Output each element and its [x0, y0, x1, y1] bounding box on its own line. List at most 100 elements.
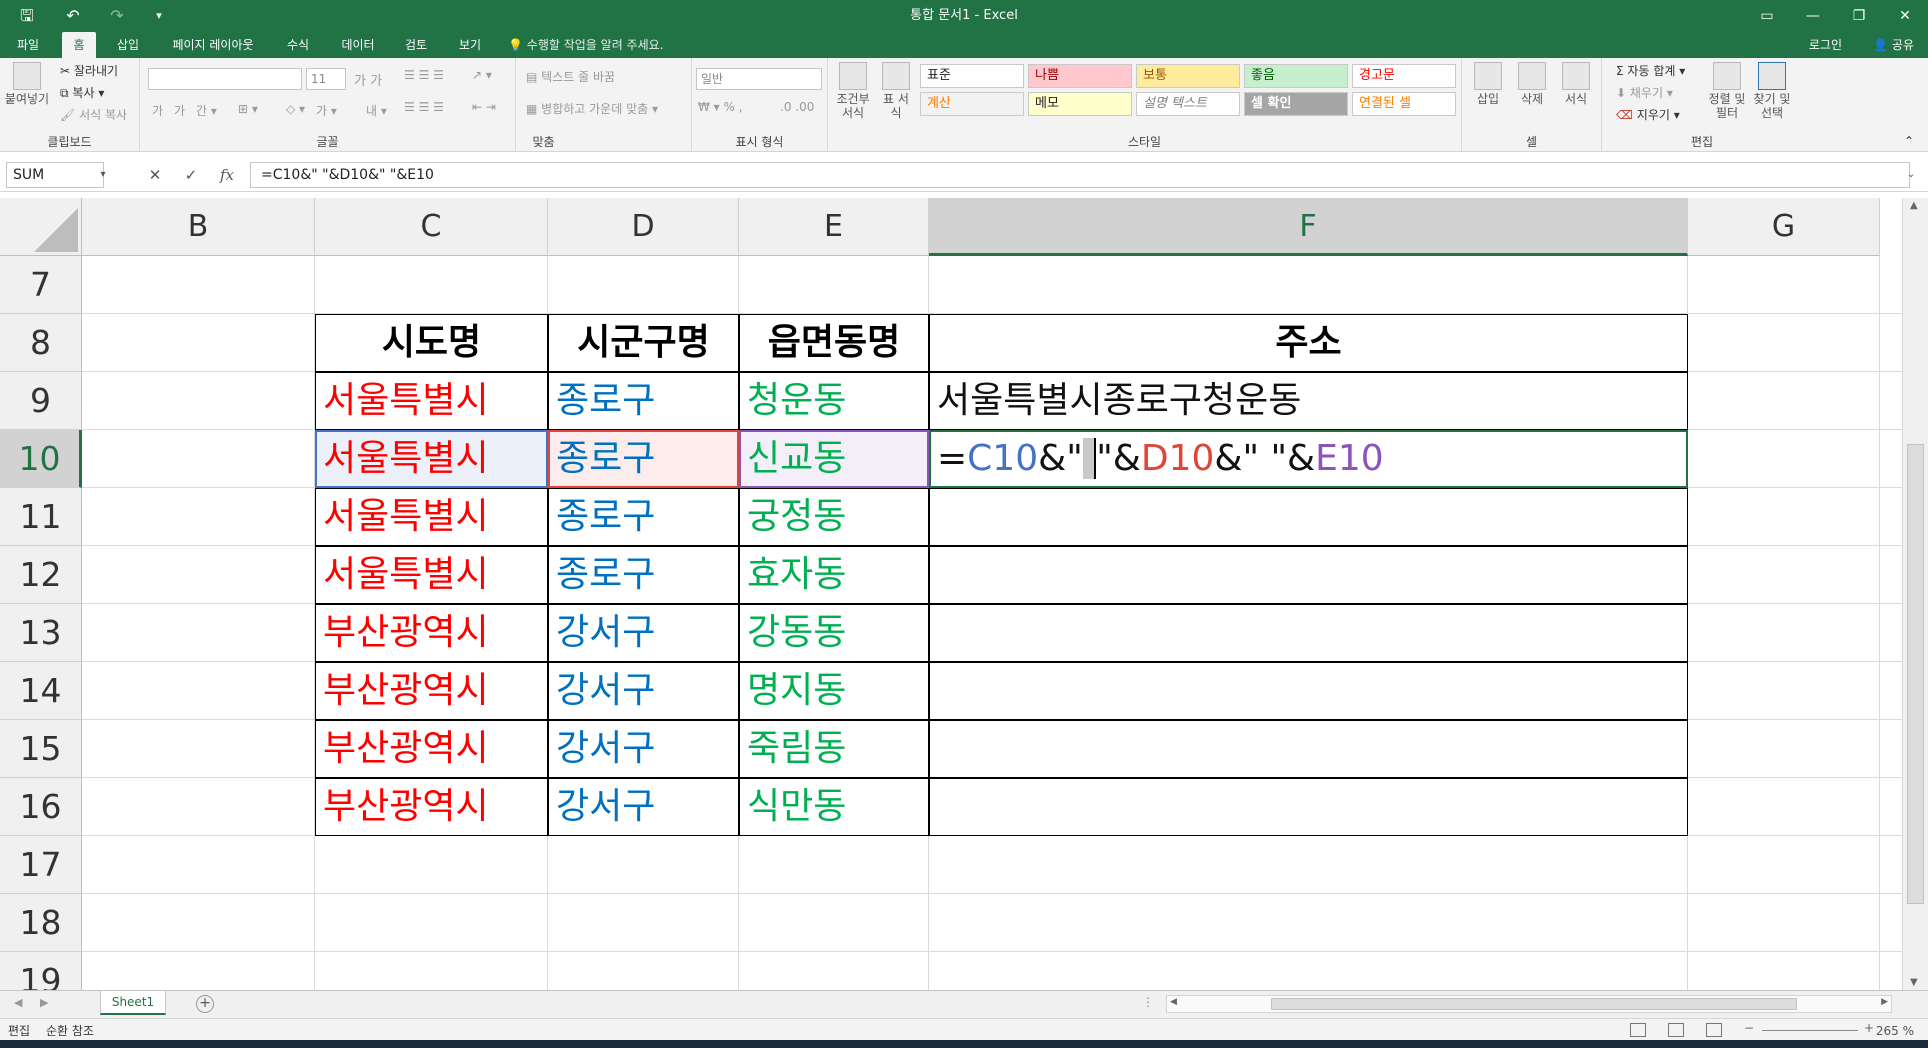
delete-cells-button[interactable]: 삭제 — [1512, 62, 1552, 106]
grow-font-button[interactable]: 가 가 — [354, 70, 382, 89]
insert-cells-button[interactable]: 삽입 — [1468, 62, 1508, 106]
page-break-view-icon[interactable] — [1706, 1023, 1722, 1037]
cell-c15[interactable]: 부산광역시 — [323, 720, 489, 778]
row-header-13[interactable]: 13 — [0, 604, 82, 662]
currency-icon[interactable]: ₩ ▾ % , — [698, 100, 743, 114]
column-header-f[interactable]: F — [929, 198, 1688, 256]
style-check-cell[interactable]: 셀 확인 — [1244, 92, 1348, 116]
cell-c12[interactable]: 서울특별시 — [323, 546, 489, 604]
row-header-17[interactable]: 17 — [0, 836, 82, 894]
cell-d13[interactable]: 강서구 — [556, 604, 655, 662]
header-cell-d8[interactable]: 시군구명 — [548, 314, 739, 372]
expand-formula-icon[interactable]: ⌄ — [1898, 164, 1924, 186]
sheet-prev-icon[interactable]: ◀ — [14, 996, 22, 1009]
row-header-15[interactable]: 15 — [0, 720, 82, 778]
wrap-text-button[interactable]: ▤ 텍스트 줄 바꿈 — [526, 68, 615, 85]
style-warning[interactable]: 경고문 — [1352, 64, 1456, 88]
column-header-g[interactable]: G — [1688, 198, 1880, 256]
cell-d15[interactable]: 강서구 — [556, 720, 655, 778]
sheet-next-icon[interactable]: ▶ — [40, 996, 48, 1009]
cell-d11[interactable]: 종로구 — [556, 488, 655, 546]
cell-d12[interactable]: 종로구 — [556, 546, 655, 604]
row-header-7[interactable]: 7 — [0, 256, 82, 314]
cell-e15[interactable]: 죽림동 — [747, 720, 846, 778]
header-cell-c8[interactable]: 시도명 — [315, 314, 548, 372]
column-header-d[interactable]: D — [548, 198, 739, 256]
copy-button[interactable]: ⧉ 복사 ▾ — [60, 84, 104, 101]
cell-e10[interactable]: 신교동 — [747, 430, 846, 488]
left-align-icon[interactable]: ☰ ☰ ☰ — [404, 100, 444, 114]
vertical-scroll-thumb[interactable] — [1907, 444, 1924, 904]
minimize-button[interactable]: — — [1790, 0, 1836, 32]
fill-color-button[interactable]: ◇ ▾ — [286, 102, 305, 116]
format-cells-button[interactable]: 서식 — [1556, 62, 1596, 106]
row-header-8[interactable]: 8 — [0, 314, 82, 372]
cell-f9[interactable]: 서울특별시종로구청운동 — [937, 372, 1301, 430]
sort-filter-button[interactable]: 정렬 및 필터 — [1706, 62, 1748, 120]
font-size-combo[interactable]: 11 — [306, 68, 346, 90]
style-calculation[interactable]: 계산 — [920, 92, 1024, 116]
add-sheet-icon[interactable]: + — [196, 995, 214, 1013]
cell-d16[interactable]: 강서구 — [556, 778, 655, 836]
column-header-e[interactable]: E — [739, 198, 929, 256]
paste-button[interactable]: 붙여넣기 — [4, 62, 50, 106]
style-neutral[interactable]: 보통 — [1136, 64, 1240, 88]
cell-d9[interactable]: 종로구 — [556, 372, 655, 430]
split-handle-icon[interactable]: ⋮ — [1142, 995, 1154, 1009]
zoom-in-icon[interactable]: + — [1864, 1021, 1874, 1035]
cell-c11[interactable]: 서울특별시 — [323, 488, 489, 546]
collapse-ribbon-icon[interactable]: ⌃ — [1904, 134, 1914, 148]
cell-e16[interactable]: 식만동 — [747, 778, 846, 836]
border-button[interactable]: ⊞ ▾ — [238, 102, 258, 116]
zoom-slider[interactable] — [1762, 1030, 1858, 1031]
share-button[interactable]: 👤 공유 — [1873, 32, 1914, 58]
style-linked-cell[interactable]: 연결된 셀 — [1352, 92, 1456, 116]
fill-button[interactable]: ⬇ 채우기 ▾ — [1616, 84, 1673, 101]
scroll-right-icon[interactable]: ▶ — [1881, 997, 1888, 1007]
row-header-18[interactable]: 18 — [0, 894, 82, 952]
normal-view-icon[interactable] — [1630, 1023, 1646, 1037]
row-header-16[interactable]: 16 — [0, 778, 82, 836]
tab-view[interactable]: 보기 — [450, 32, 490, 58]
cell-c13[interactable]: 부산광역시 — [323, 604, 489, 662]
orientation-icon[interactable]: ↗ ▾ — [472, 68, 492, 82]
row-header-11[interactable]: 11 — [0, 488, 82, 546]
horizontal-scroll-thumb[interactable] — [1271, 998, 1797, 1010]
style-explanatory[interactable]: 설명 텍스트 — [1136, 92, 1240, 116]
row-header-19[interactable]: 19 — [0, 952, 82, 990]
table-format-button[interactable]: 표 서식 — [878, 62, 914, 120]
row-header-12[interactable]: 12 — [0, 546, 82, 604]
cancel-button[interactable]: ✕ — [142, 164, 168, 186]
indent-icon[interactable]: ⇤ ⇥ — [472, 100, 496, 114]
cell-e13[interactable]: 강동동 — [747, 604, 846, 662]
scroll-up-icon[interactable]: ▲ — [1910, 200, 1918, 211]
find-select-button[interactable]: 찾기 및 선택 — [1750, 62, 1794, 120]
row-header-10[interactable]: 10 — [0, 430, 82, 488]
cell-e12[interactable]: 효자동 — [747, 546, 846, 604]
cell-e14[interactable]: 명지동 — [747, 662, 846, 720]
tab-data[interactable]: 데이터 — [334, 32, 382, 58]
scroll-left-icon[interactable]: ◀ — [1170, 997, 1177, 1007]
cell-e9[interactable]: 청운동 — [747, 372, 846, 430]
italic-button[interactable]: 가 — [174, 102, 185, 119]
column-header-b[interactable]: B — [82, 198, 315, 256]
enter-button[interactable]: ✓ — [178, 164, 204, 186]
number-format-combo[interactable]: 일반 — [696, 68, 822, 90]
name-box-dropdown-icon[interactable]: ▾ — [90, 164, 116, 186]
cell-d14[interactable]: 강서구 — [556, 662, 655, 720]
cell-f10-editor[interactable]: =C10&" "&D10&" "&E10 — [937, 430, 1384, 488]
style-bad[interactable]: 나쁨 — [1028, 64, 1132, 88]
login-link[interactable]: 로그인 — [1809, 32, 1842, 58]
scroll-down-icon[interactable]: ▼ — [1910, 977, 1918, 988]
cell-d10[interactable]: 종로구 — [556, 430, 655, 488]
zoom-out-icon[interactable]: − — [1744, 1021, 1754, 1035]
row-header-9[interactable]: 9 — [0, 372, 82, 430]
tell-me-box[interactable]: 💡 수행할 작업을 알려 주세요. — [508, 32, 663, 58]
ribbon-display-button[interactable]: ▭ — [1744, 0, 1790, 32]
tab-formulas[interactable]: 수식 — [278, 32, 318, 58]
cell-c14[interactable]: 부산광역시 — [323, 662, 489, 720]
tab-insert[interactable]: 삽입 — [108, 32, 148, 58]
underline-button[interactable]: 간 ▾ — [196, 102, 217, 119]
restore-button[interactable]: ❐ — [1836, 0, 1882, 32]
tab-page-layout[interactable]: 페이지 레이아웃 — [162, 32, 264, 58]
